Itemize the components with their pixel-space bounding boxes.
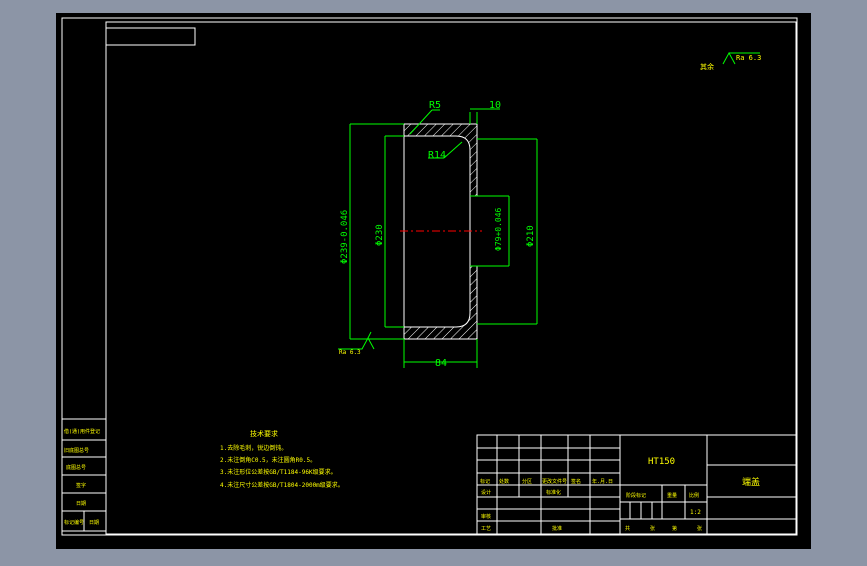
side-row-3: 底图总号 <box>66 464 86 471</box>
tb-standardize: 标准化 <box>546 489 561 496</box>
note-line-4: 4.未注尺寸公差按GB/T1804-2000m级要求。 <box>220 481 344 489</box>
roughness-left-label: Ra 6.3 <box>339 349 361 356</box>
tb-header-zone: 分区 <box>522 478 532 485</box>
tb-page-sheet: 张 <box>697 525 702 532</box>
tb-total: 共 <box>625 525 630 532</box>
tb-header-count: 处数 <box>499 478 509 485</box>
tb-design: 设计 <box>481 489 491 496</box>
tb-scale-label: 比例 <box>689 492 699 499</box>
tb-review: 审核 <box>481 513 491 520</box>
sheet-background <box>56 13 811 549</box>
side-row-5: 日期 <box>76 501 86 507</box>
tb-weight: 重量 <box>667 492 677 499</box>
dim-diameter-239: Φ239-0.046 <box>340 210 350 264</box>
dim-r14: R14 <box>428 150 446 161</box>
tb-header-mark: 标记 <box>480 478 490 485</box>
tb-process: 工艺 <box>481 526 491 532</box>
tb-part-name: 端盖 <box>742 476 760 488</box>
side-row-2: 旧底图总号 <box>64 447 89 454</box>
tb-header-date: 年.月.日 <box>592 478 613 485</box>
note-line-2: 2.未注倒角C0.5，未注圆角R0.5。 <box>220 456 316 464</box>
tb-material: HT150 <box>648 457 675 467</box>
tb-stage-mark: 阶段标记 <box>626 492 646 499</box>
notes-title: 技术要求 <box>250 429 278 438</box>
note-line-1: 1.去除毛刺，锐边倒钝。 <box>220 444 287 452</box>
tb-header-change: 更改文件号 <box>542 478 567 485</box>
tb-sheet: 张 <box>650 525 655 532</box>
cad-viewport: R5 10 R14 Φ239-0.046 Φ230 Φ79+0.046 Φ210… <box>0 0 867 562</box>
tb-scale: 1:2 <box>690 509 701 516</box>
note-line-3: 3.未注形位公差按GB/T1184-96K级要求。 <box>220 468 337 476</box>
drawing-canvas: R5 10 R14 Φ239-0.046 Φ230 Φ79+0.046 Φ210… <box>56 13 811 549</box>
side-row-1: 借(通)用件登记 <box>64 428 100 435</box>
dim-diameter-230: Φ230 <box>375 224 385 246</box>
dim-diameter-79: Φ79+0.046 <box>494 207 503 251</box>
dim-10: 10 <box>489 100 501 111</box>
dim-r5: R5 <box>429 100 441 111</box>
tb-page: 第 <box>672 525 677 532</box>
tb-header-sign: 签名 <box>571 478 581 485</box>
tb-approve: 批准 <box>552 525 562 532</box>
roughness-top-value: Ra 6.3 <box>736 54 761 62</box>
side-row-4: 签字 <box>76 482 86 489</box>
dim-diameter-210: Φ210 <box>526 225 536 247</box>
roughness-top-label: 其余 <box>700 62 714 71</box>
side-bottom-left: 标记编号 <box>64 519 84 526</box>
dim-length-84: 84 <box>435 358 447 369</box>
side-bottom-right: 日期 <box>89 520 99 526</box>
